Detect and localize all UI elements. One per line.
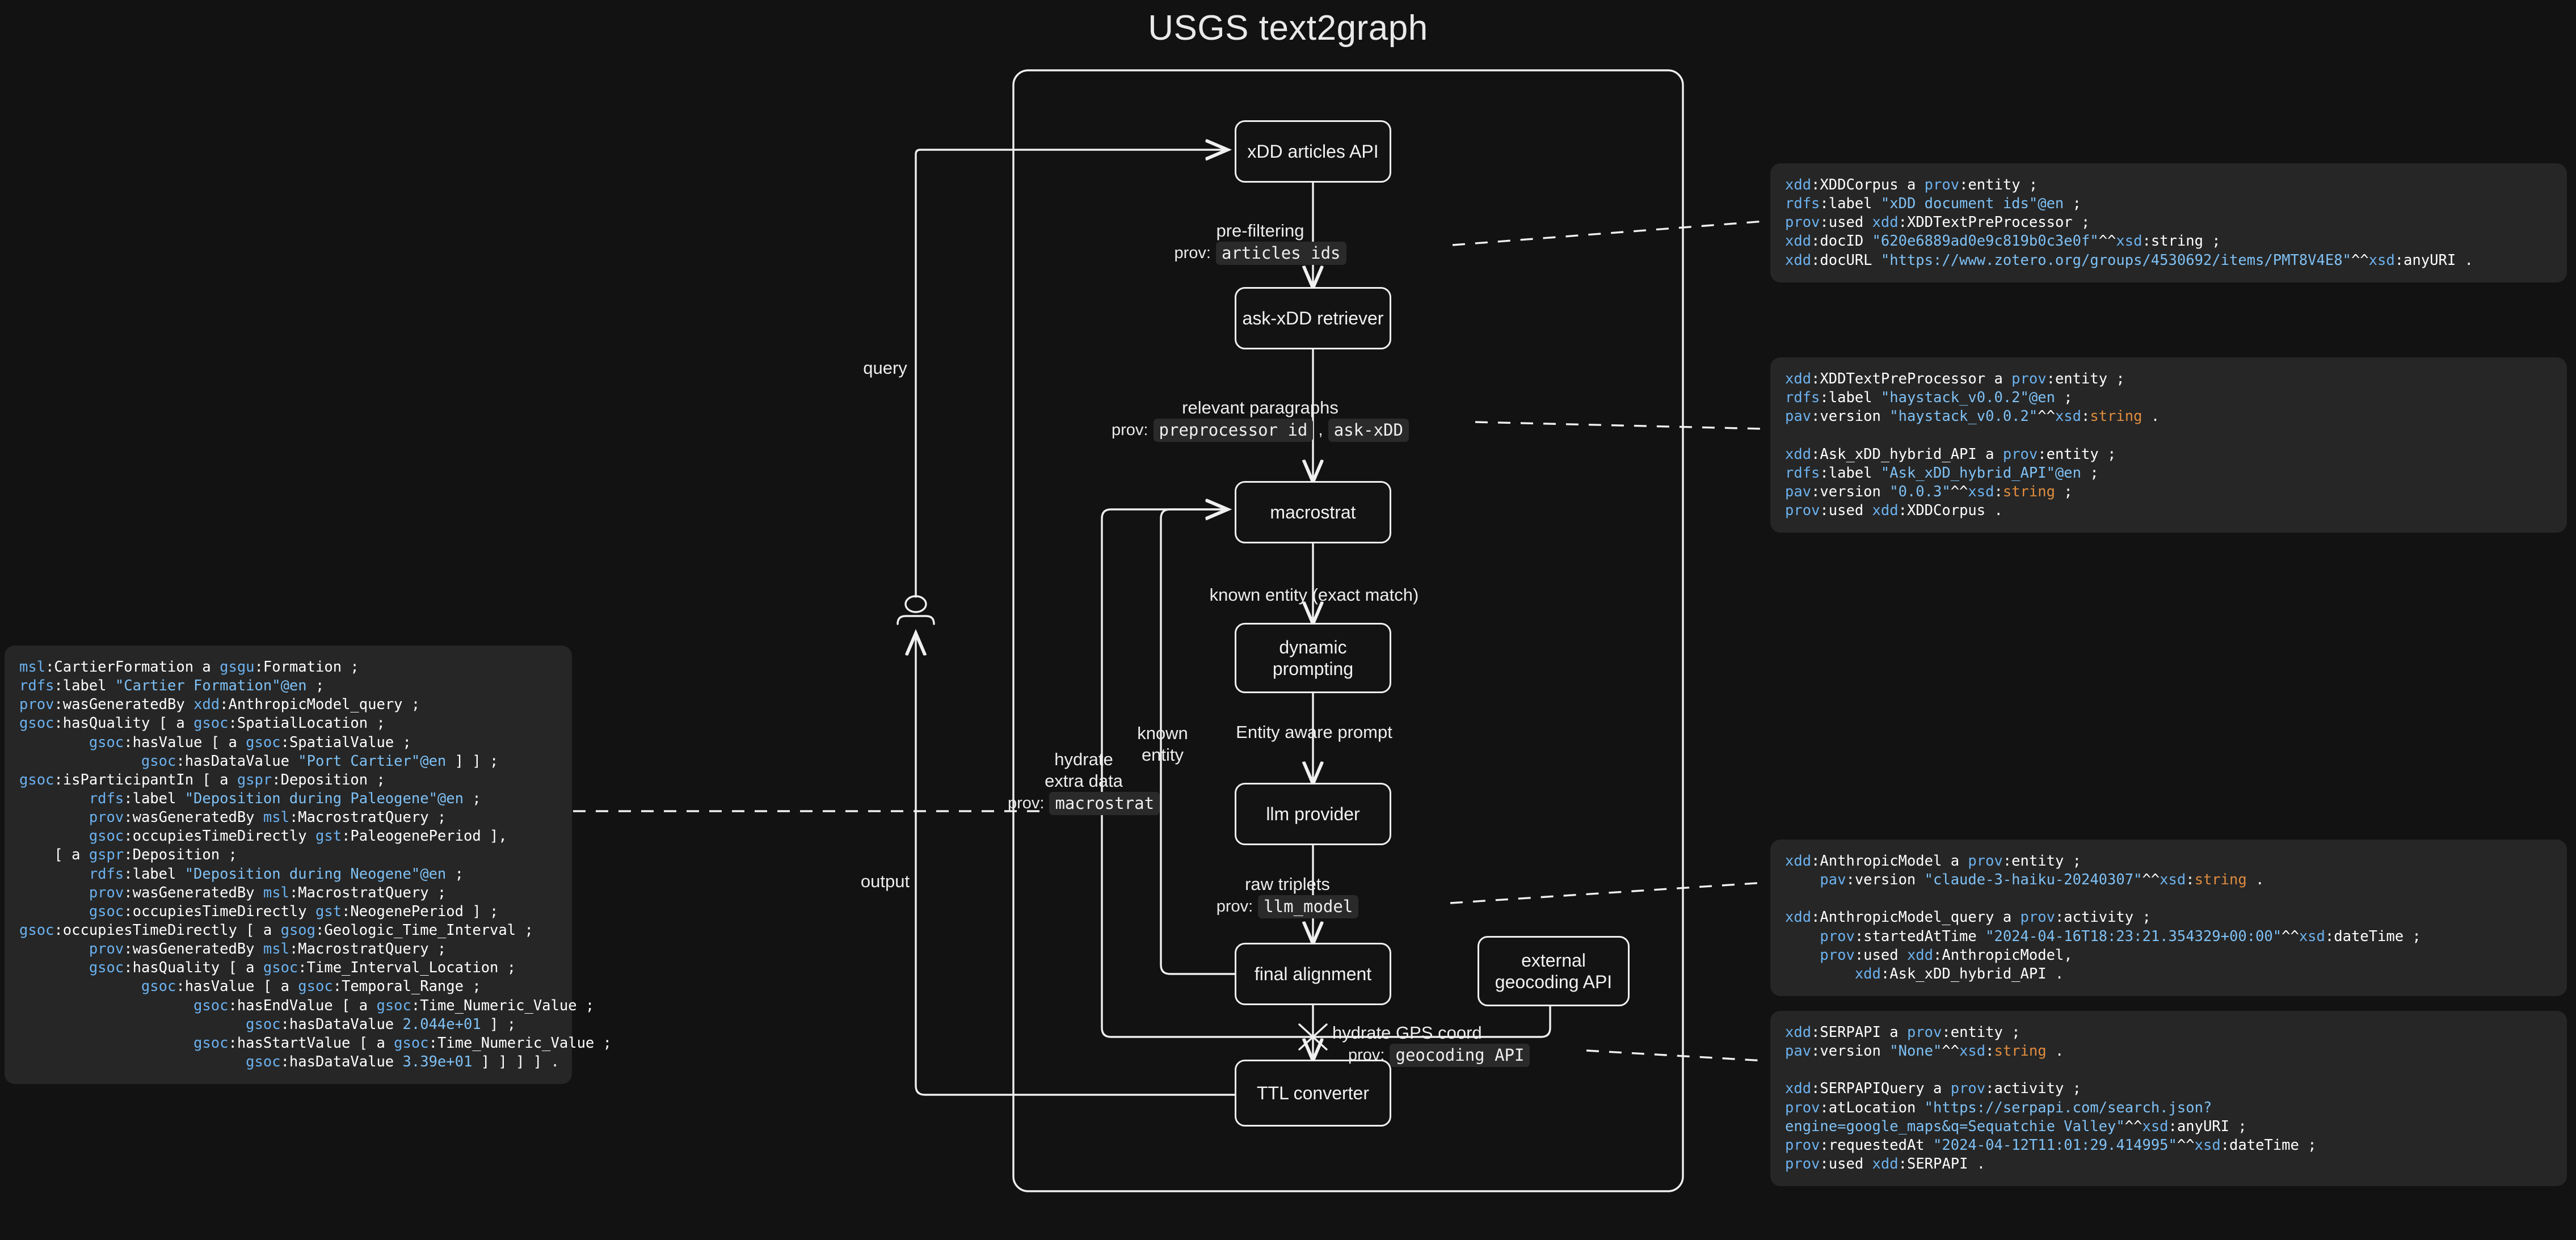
node-macrostrat[interactable]: macrostrat xyxy=(1235,481,1391,543)
node-llm-provider[interactable]: llm provider xyxy=(1235,783,1391,845)
edge-label-query: query xyxy=(834,357,936,379)
code-panel-anthropic-model: xdd:AnthropicModel a prov:entity ; pav:v… xyxy=(1770,840,2567,996)
dash-geocoding-to-serpapi xyxy=(1586,1049,1765,1062)
prov-separator: , xyxy=(1318,420,1323,440)
edge-output xyxy=(916,634,1236,1096)
node-label: llm provider xyxy=(1266,803,1360,824)
prov-key: prov: xyxy=(1174,243,1211,262)
dash-llmmodel-to-anthropic xyxy=(1450,882,1765,904)
prov-key: prov: xyxy=(1007,794,1045,812)
prov-chip: preprocessor id xyxy=(1153,418,1314,442)
edge-label-known-entity: known entity xyxy=(1126,723,1199,766)
edge-label-output: output xyxy=(828,871,942,892)
edge-label-text: hydrate GPS coord xyxy=(1332,1023,1482,1043)
prov-key: prov: xyxy=(1112,420,1148,439)
code-panel-xdd-corpus: xdd:XDDCorpus a prov:entity ; rdfs:label… xyxy=(1770,163,2567,282)
node-label: macrostrat xyxy=(1270,501,1356,522)
node-label: final alignment xyxy=(1254,963,1372,984)
edge-label-text: query xyxy=(863,358,907,378)
edge-label-text: known entity (exact match) xyxy=(1209,585,1419,605)
prov-key: prov: xyxy=(1348,1045,1385,1064)
code-panel-preprocessor: xdd:XDDTextPreProcessor a prov:entity ; … xyxy=(1770,357,2567,533)
prov-key: prov: xyxy=(1216,897,1253,916)
node-xdd-articles-api[interactable]: xDD articles API xyxy=(1235,120,1391,183)
node-ttl-converter[interactable]: TTL converter xyxy=(1235,1060,1391,1127)
prov-chip: llm_model xyxy=(1258,895,1359,919)
edge-label-known-entity-exact: known entity (exact match) xyxy=(1144,584,1484,606)
edge-label-entity-aware-prompt: Entity aware prompt xyxy=(1167,722,1462,743)
prov-chip: macrostrat xyxy=(1049,791,1160,815)
edge-label-prefiltering: pre-filtering prov: articles ids xyxy=(1098,220,1422,265)
prov-chip: ask-xDD xyxy=(1328,418,1409,442)
node-dynamic-prompting[interactable]: dynamic prompting xyxy=(1235,623,1391,693)
node-label: xDD articles API xyxy=(1247,141,1379,162)
prov-chip: geocoding API xyxy=(1390,1043,1530,1068)
node-label: dynamic prompting xyxy=(1272,636,1354,679)
edge-label-text: output xyxy=(860,871,910,891)
edge-label-text: relevant paragraphs xyxy=(1182,398,1338,417)
dash-preprocessor-to-panel xyxy=(1475,421,1765,430)
page-title: USGS text2graph xyxy=(1148,9,1428,48)
node-label: TTL converter xyxy=(1257,1082,1369,1103)
edge-label-text: Entity aware prompt xyxy=(1236,722,1392,742)
edge-label-text: known entity xyxy=(1137,723,1188,765)
dash-articles-to-xddcorpus xyxy=(1452,220,1765,246)
edge-label-raw-triplets: raw triplets prov: llm_model xyxy=(1126,874,1449,919)
user-icon-body xyxy=(896,615,935,625)
node-external-geocoding-api[interactable]: external geocoding API xyxy=(1478,936,1630,1006)
node-final-alignment[interactable]: final alignment xyxy=(1235,943,1391,1005)
edge-label-text: raw triplets xyxy=(1245,874,1330,894)
prov-chip: articles ids xyxy=(1215,241,1346,265)
edge-label-text: pre-filtering xyxy=(1216,221,1304,241)
code-panel-cartier-formation: msl:CartierFormation a gsgu:Formation ; … xyxy=(5,646,612,1085)
edge-query xyxy=(915,150,1227,598)
node-ask-xdd-retriever[interactable]: ask-xDD retriever xyxy=(1235,287,1391,349)
node-label: external geocoding API xyxy=(1495,950,1613,992)
edge-label-relevant-paragraphs: relevant paragraphs prov: preprocessor i… xyxy=(1076,397,1445,442)
code-panel-serpapi: xdd:SERPAPI a prov:entity ; pav:version … xyxy=(1770,1011,2567,1187)
edge-label-hydrate-gps-coord: hydrate GPS coord prov: geocoding API xyxy=(1332,1022,1576,1068)
node-label: ask-xDD retriever xyxy=(1242,307,1384,328)
user-icon-head xyxy=(904,595,927,613)
